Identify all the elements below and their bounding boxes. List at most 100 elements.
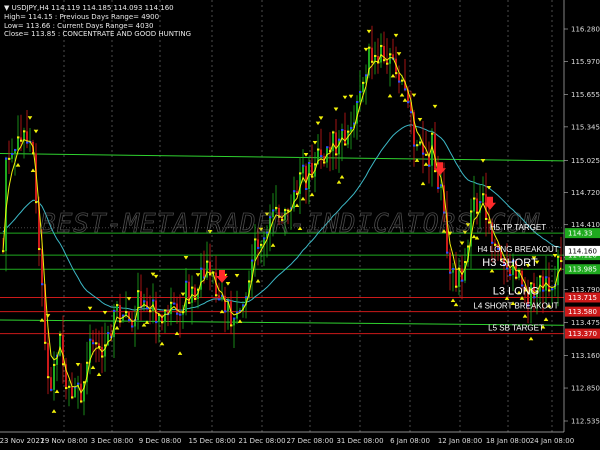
indicator-dot — [365, 74, 368, 77]
time-label: 15 Dec 08:00 — [188, 437, 235, 445]
level-label: H5 TP TARGET — [490, 223, 546, 232]
indicator-dot — [116, 304, 119, 307]
indicator-dot — [200, 267, 203, 270]
dropdown-triangle-icon[interactable]: ▼ — [4, 4, 9, 12]
level-badge-text: 113.715 — [568, 294, 597, 302]
candle-body — [548, 277, 550, 291]
time-label: 29 Nov 08:00 — [40, 437, 87, 445]
candle-body — [449, 252, 451, 273]
indicator-dot — [428, 164, 431, 167]
symbol-header: ▼ USDJPY,H4 114.119 114.185 114.093 114.… — [4, 4, 174, 13]
indicator-dot — [77, 382, 80, 385]
indicator-dot — [62, 363, 65, 366]
indicator-dot — [362, 81, 365, 84]
price-label: 113.475 — [571, 319, 600, 327]
indicator-dot — [65, 387, 68, 390]
indicator-dot — [317, 148, 320, 151]
indicator-dot — [35, 201, 38, 204]
candle-body — [53, 364, 55, 390]
indicator-dot — [191, 286, 194, 289]
time-label: 6 Jan 08:00 — [390, 437, 430, 445]
indicator-dot — [449, 271, 452, 274]
indicator-dot — [26, 141, 29, 144]
indicator-dot — [464, 261, 467, 264]
indicator-dot — [206, 260, 209, 263]
price-chart[interactable]: BEST-METATRADER-INDICATORS.COM H5 TP TAR… — [0, 0, 600, 450]
price-label: 115.655 — [571, 91, 600, 99]
indicator-dot — [455, 285, 458, 288]
watermark: BEST-METATRADER-INDICATORS.COM — [40, 209, 540, 239]
level-label: L3 LONG — [493, 285, 539, 297]
candle-body — [482, 194, 484, 203]
indicator-dot — [371, 60, 374, 63]
candle-body — [389, 54, 391, 64]
price-label: 112.850 — [571, 385, 600, 393]
time-label: 23 Nov 2021 — [0, 437, 44, 445]
time-label: 27 Dec 08:00 — [286, 437, 333, 445]
indicator-dot — [482, 193, 485, 196]
indicator-dot — [419, 141, 422, 144]
price-label: 115.345 — [571, 123, 600, 131]
indicator-dot — [425, 153, 428, 156]
indicator-dot — [194, 297, 197, 300]
indicator-dot — [431, 132, 434, 135]
level-badge-text: 114.33 — [568, 230, 593, 238]
candle-body — [359, 91, 361, 102]
indicator-dot — [350, 126, 353, 129]
indicator-dot — [5, 157, 8, 160]
indicator-dot — [248, 280, 251, 283]
indicator-dot — [560, 260, 563, 263]
time-label: 31 Dec 08:00 — [336, 437, 383, 445]
indicator-dot — [368, 46, 371, 49]
indicator-dot — [389, 53, 392, 56]
indicator-dot — [59, 333, 62, 336]
indicator-dot — [515, 276, 518, 279]
indicator-dot — [398, 80, 401, 83]
candle-body — [74, 387, 76, 398]
indicator-dot — [413, 144, 416, 147]
candle-body — [539, 276, 541, 292]
indicator-dot — [185, 280, 188, 283]
indicator-dot — [161, 321, 164, 324]
stats-line-low: Low= 113.66 : Current Days Range= 4030 — [4, 21, 154, 30]
candle-body — [164, 310, 166, 323]
indicator-dot — [401, 79, 404, 82]
indicator-dot — [338, 138, 341, 141]
current-price-text: 114.160 — [568, 247, 597, 255]
indicator-dot — [14, 148, 17, 151]
indicator-dot — [164, 309, 167, 312]
candle-body — [59, 334, 61, 356]
candle-body — [140, 291, 142, 308]
candle-body — [455, 268, 457, 287]
indicator-dot — [92, 342, 95, 345]
candle-body — [257, 239, 259, 248]
indicator-dot — [314, 163, 317, 166]
indicator-dot — [44, 341, 47, 344]
indicator-dot — [89, 338, 92, 341]
candle-body — [71, 386, 73, 398]
price-label: 113.160 — [571, 352, 600, 360]
indicator-dot — [245, 296, 248, 299]
candle-body — [203, 268, 205, 278]
indicator-dot — [137, 290, 140, 293]
indicator-dot — [530, 282, 533, 285]
candle-body — [344, 130, 346, 145]
indicator-dot — [179, 313, 182, 316]
indicator-dot — [251, 259, 254, 262]
candle-body — [398, 73, 400, 82]
level-badge-text: 113.370 — [568, 330, 597, 338]
indicator-dot — [437, 187, 440, 190]
indicator-dot — [509, 274, 512, 277]
indicator-dot — [293, 190, 296, 193]
candle-body — [335, 132, 337, 155]
indicator-dot — [149, 310, 152, 313]
indicator-dot — [374, 54, 377, 57]
indicator-dot — [323, 161, 326, 164]
stats-line-high: High= 114.15 : Previous Days Range= 4900 — [4, 13, 160, 21]
candle-body — [302, 165, 304, 174]
level-label: L5 SB TARGET — [488, 324, 544, 333]
indicator-dot — [257, 246, 260, 249]
indicator-dot — [356, 100, 359, 103]
time-label: 21 Dec 08:00 — [238, 437, 285, 445]
indicator-dot — [347, 130, 350, 133]
